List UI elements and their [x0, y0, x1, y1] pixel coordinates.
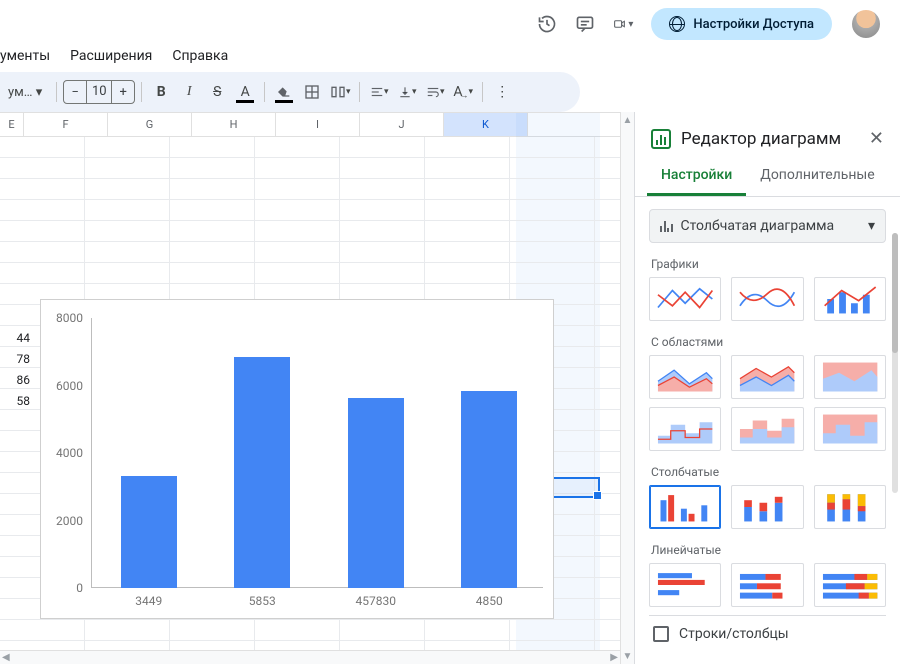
panel-tabs: Настройки Дополнительные: [635, 157, 900, 197]
section-label-column: Столбчатые: [651, 465, 886, 479]
chart-y-axis: 0 2000 4000 6000 8000: [41, 318, 89, 588]
italic-button[interactable]: I: [176, 78, 202, 106]
meet-icon[interactable]: ▾: [613, 14, 633, 34]
bar-chart-icon: [660, 220, 673, 232]
chart-thumb-bar-stacked[interactable]: [731, 563, 803, 607]
borders-button[interactable]: [299, 78, 325, 106]
section-label-area: С областями: [651, 335, 886, 349]
tab-customize[interactable]: Дополнительные: [746, 157, 888, 196]
chart-thumb-area-step[interactable]: [649, 407, 721, 451]
text-wrap-button[interactable]: ▾: [422, 78, 448, 106]
font-size-control: − 10 +: [63, 80, 135, 104]
menu-item[interactable]: Расширения: [70, 48, 152, 64]
panel-title: Редактор диаграмм: [681, 129, 859, 149]
chart-thumb-column-100[interactable]: [814, 485, 886, 529]
close-icon[interactable]: ✕: [869, 128, 884, 149]
panel-scrollbar-thumb[interactable]: [892, 233, 898, 353]
menu-item[interactable]: ументы: [0, 48, 50, 64]
switch-rows-columns[interactable]: Строки/столбцы: [649, 615, 886, 652]
chart-thumb-area-step-stacked[interactable]: [731, 407, 803, 451]
bold-button[interactable]: B: [148, 78, 174, 106]
section-label-bar: Линейчатые: [651, 543, 886, 557]
chart-thumb-area[interactable]: [649, 355, 721, 399]
vertical-scrollbar[interactable]: ▲▼: [620, 112, 634, 664]
text-color-button[interactable]: A: [232, 78, 258, 106]
chart-thumb-column-stacked[interactable]: [731, 485, 803, 529]
chart-type-label: Столбчатая диаграмма: [681, 218, 860, 234]
avatar[interactable]: [850, 8, 882, 40]
fill-color-button[interactable]: [271, 78, 297, 106]
chart-x-label: 3449: [135, 594, 162, 608]
menu-item[interactable]: Справка: [172, 48, 228, 64]
spreadsheet-grid[interactable]: E F G H I J K 44 78 86 58 0 2000 4000 60…: [0, 112, 620, 664]
switch-rows-columns-label: Строки/столбцы: [679, 626, 789, 642]
horizontal-scrollbar[interactable]: ◀▶: [0, 650, 620, 664]
horizontal-align-button[interactable]: ▾: [366, 78, 392, 106]
cell-value: 44: [0, 331, 30, 352]
section-label-line: Графики: [651, 257, 886, 271]
chart-thumb-bar-100[interactable]: [814, 563, 886, 607]
chart-thumb-area-100[interactable]: [814, 355, 886, 399]
chart-x-label: 5853: [249, 594, 276, 608]
font-size-increase[interactable]: +: [112, 81, 134, 103]
chart-bar: [234, 357, 290, 588]
y-tick: 8000: [56, 311, 83, 325]
toolbar: ум… ▾ − 10 + B I S A ▾ ▾ ▾ ▾ A→▾ ⋮: [0, 72, 580, 112]
number-format-select[interactable]: ум… ▾: [0, 78, 50, 106]
share-button-label: Настройки Доступа: [693, 17, 814, 32]
chart-thumb-area-step-100[interactable]: [814, 407, 886, 451]
comment-icon[interactable]: [575, 14, 595, 34]
chart-editor-icon: [651, 129, 671, 149]
app-top-bar: ▾ Настройки Доступа: [0, 0, 900, 48]
merge-cells-button[interactable]: ▾: [327, 78, 353, 106]
font-size-value[interactable]: 10: [86, 81, 112, 103]
y-tick: 4000: [56, 446, 83, 460]
chart-thumb-line-basic[interactable]: [649, 277, 721, 321]
chart-editor-panel: Редактор диаграмм ✕ Настройки Дополнител…: [634, 112, 900, 664]
chart-plot-area: 344958534578304850: [91, 318, 543, 588]
text-rotation-button[interactable]: A→▾: [450, 78, 476, 106]
number-format-label: ум…: [8, 85, 33, 100]
checkbox-icon: [653, 626, 669, 642]
chart-bar: [348, 398, 404, 588]
history-icon[interactable]: [537, 14, 557, 34]
tab-setup[interactable]: Настройки: [647, 157, 746, 196]
chart-bar: [461, 391, 517, 588]
cell-value: 86: [0, 373, 30, 394]
chart-thumb-line-smooth[interactable]: [731, 277, 803, 321]
vertical-align-button[interactable]: ▾: [394, 78, 420, 106]
chart-thumb-combo[interactable]: [814, 277, 886, 321]
y-tick: 2000: [56, 514, 83, 528]
chevron-down-icon: ▾: [868, 218, 875, 234]
row-values: 44 78 86 58: [0, 331, 30, 415]
strikethrough-button[interactable]: S: [204, 78, 230, 106]
menubar: ументы Расширения Справка: [0, 48, 900, 72]
chart-x-label: 457830: [356, 594, 396, 608]
column-header[interactable]: E: [0, 113, 24, 136]
chart-thumb-area-stacked[interactable]: [731, 355, 803, 399]
cell-value: 58: [0, 394, 30, 415]
y-tick: 0: [76, 581, 83, 595]
column-header[interactable]: H: [192, 113, 276, 136]
column-header-selected[interactable]: K: [444, 113, 528, 136]
embedded-chart[interactable]: 0 2000 4000 6000 8000 344958534578304850: [40, 299, 554, 619]
more-toolbar-button[interactable]: ⋮: [489, 78, 515, 106]
y-tick: 6000: [56, 379, 83, 393]
cell-value: 78: [0, 352, 30, 373]
chart-bar: [121, 476, 177, 588]
chart-x-label: 4850: [476, 594, 503, 608]
chart-thumb-column[interactable]: [649, 485, 721, 529]
column-header[interactable]: F: [24, 113, 108, 136]
workspace: E F G H I J K 44 78 86 58 0 2000 4000 60…: [0, 112, 900, 664]
chart-type-select[interactable]: Столбчатая диаграмма ▾: [649, 209, 886, 243]
column-header[interactable]: J: [360, 113, 444, 136]
share-button[interactable]: Настройки Доступа: [651, 8, 832, 40]
font-size-decrease[interactable]: −: [64, 81, 86, 103]
globe-icon: [669, 16, 685, 32]
chart-thumb-bar[interactable]: [649, 563, 721, 607]
column-header[interactable]: G: [108, 113, 192, 136]
column-header[interactable]: I: [276, 113, 360, 136]
panel-body: Столбчатая диаграмма ▾ Графики С областя…: [635, 197, 900, 652]
column-headers: E F G H I J K: [0, 113, 620, 137]
